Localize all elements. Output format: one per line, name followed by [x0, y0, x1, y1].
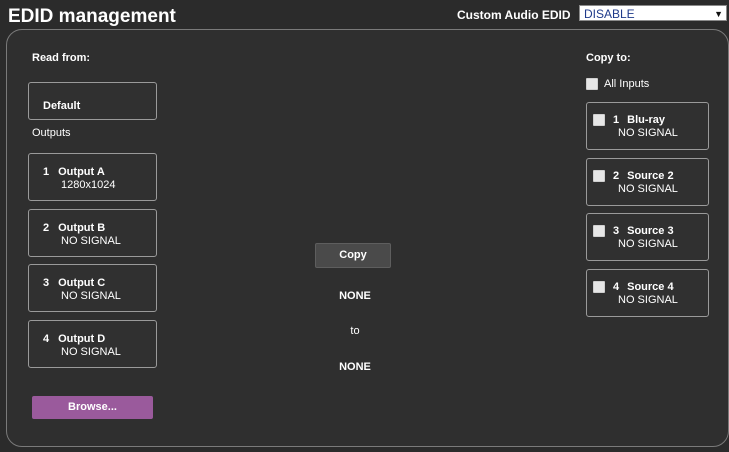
output-d-button[interactable]: 4 Output D NO SIGNAL [28, 320, 157, 368]
outputs-label: Outputs [32, 127, 71, 139]
input-number: 3 [613, 225, 620, 237]
input-name: Blu-ray [627, 114, 666, 126]
copy-source-value: NONE [339, 290, 371, 302]
input-checkbox[interactable] [593, 281, 605, 293]
output-status: NO SIGNAL [61, 290, 121, 302]
custom-audio-edid-value: DISABLE [584, 7, 635, 21]
output-number: 4 [43, 333, 50, 345]
input-number: 1 [613, 114, 620, 126]
output-status: NO SIGNAL [61, 235, 121, 247]
copy-to-label: Copy to: [586, 52, 631, 64]
input-checkbox[interactable] [593, 170, 605, 182]
input-number: 4 [613, 281, 620, 293]
default-label: Default [43, 100, 81, 112]
read-from-label: Read from: [32, 52, 91, 64]
input-checkbox[interactable] [593, 225, 605, 237]
copy-button[interactable]: Copy [315, 243, 391, 268]
input-status: NO SIGNAL [618, 183, 678, 195]
default-source-button[interactable]: Default [28, 82, 157, 120]
input-status: NO SIGNAL [618, 238, 678, 250]
browse-button[interactable]: Browse... [32, 396, 153, 419]
output-name: Output C [58, 277, 106, 289]
output-name: Output B [58, 222, 106, 234]
output-b-button[interactable]: 2 Output B NO SIGNAL [28, 209, 157, 257]
output-status: NO SIGNAL [61, 346, 121, 358]
custom-audio-edid-select[interactable]: DISABLE ▼ [579, 5, 727, 21]
input-name: Source 2 [627, 170, 674, 182]
input-checkbox[interactable] [593, 114, 605, 126]
input-name: Source 3 [627, 225, 674, 237]
all-inputs-label: All Inputs [604, 78, 650, 90]
output-number: 2 [43, 222, 50, 234]
output-status: 1280x1024 [61, 179, 116, 191]
custom-audio-edid-label: Custom Audio EDID [457, 8, 571, 22]
copy-to-text: to [350, 325, 360, 337]
output-number: 3 [43, 277, 50, 289]
output-c-button[interactable]: 3 Output C NO SIGNAL [28, 264, 157, 312]
input-name: Source 4 [627, 281, 674, 293]
input-status: NO SIGNAL [618, 294, 678, 306]
input-source-2-button[interactable]: 2 Source 2 NO SIGNAL [586, 158, 709, 206]
input-number: 2 [613, 170, 620, 182]
output-name: Output D [58, 333, 106, 345]
input-status: NO SIGNAL [618, 127, 678, 139]
chevron-down-icon: ▼ [714, 9, 723, 19]
output-a-button[interactable]: 1 Output A 1280x1024 [28, 153, 157, 201]
output-name: Output A [58, 166, 105, 178]
input-blu-ray-button[interactable]: 1 Blu-ray NO SIGNAL [586, 102, 709, 150]
page-title: EDID management [8, 6, 176, 27]
all-inputs-option[interactable]: All Inputs [586, 78, 649, 90]
input-source-3-button[interactable]: 3 Source 3 NO SIGNAL [586, 213, 709, 261]
output-number: 1 [43, 166, 50, 178]
input-source-4-button[interactable]: 4 Source 4 NO SIGNAL [586, 269, 709, 317]
all-inputs-checkbox[interactable] [586, 78, 598, 90]
copy-target-value: NONE [339, 361, 371, 373]
